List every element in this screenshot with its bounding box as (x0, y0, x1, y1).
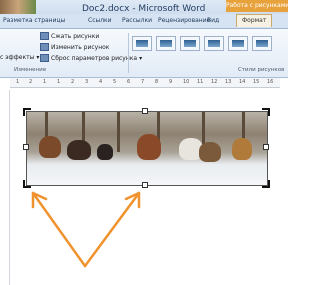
picture-styles-gallery (132, 36, 272, 51)
artistic-effects-button[interactable]: с эффекты ▾ (0, 54, 39, 61)
dropdown-arrow-icon: ▾ (139, 54, 143, 62)
change-picture-icon (40, 43, 49, 51)
compress-pictures-button[interactable]: Сжать рисунки (40, 32, 99, 40)
group-divider (128, 33, 129, 73)
horse (137, 134, 161, 160)
window-title: Doc2.docx - Microsoft Word (82, 4, 206, 14)
change-picture-button[interactable]: Изменить рисунок (40, 43, 109, 51)
horse (199, 142, 221, 162)
ruler-tick: 9 (169, 79, 173, 85)
horse (39, 136, 61, 158)
adjust-group-label: Изменение (14, 67, 47, 73)
resize-handle-bottom[interactable] (142, 182, 148, 188)
ruler-tick: 1 (57, 79, 61, 85)
resize-handle-top-left[interactable] (23, 108, 31, 116)
ruler-tick: 1 (16, 79, 20, 85)
compress-icon (40, 32, 49, 40)
picture-style-5[interactable] (228, 36, 248, 51)
horses-picture[interactable] (26, 111, 268, 186)
ruler-tick: 13 (225, 79, 232, 85)
ruler-tick: 10 (183, 79, 190, 85)
ruler-tick: 8 (155, 79, 159, 85)
ruler-tick: 5 (113, 79, 117, 85)
ruler-tick: 4 (99, 79, 103, 85)
ruler-tick: 1 (43, 79, 47, 85)
picture-style-2[interactable] (156, 36, 176, 51)
ruler-tick: 2 (71, 79, 75, 85)
resize-handle-bottom-left[interactable] (23, 180, 31, 188)
reset-picture-icon (40, 54, 49, 62)
picture-style-4[interactable] (204, 36, 224, 51)
picture-style-6[interactable] (252, 36, 272, 51)
ruler-tick: 11 (197, 79, 204, 85)
tab-view[interactable]: Вид (207, 17, 219, 24)
resize-handle-left[interactable] (23, 144, 29, 150)
horse (232, 138, 252, 160)
ruler-tick: 15 (253, 79, 260, 85)
horse (97, 144, 113, 160)
tree-trunk (117, 112, 120, 152)
picture-styles-group-label: Стили рисунков (238, 67, 285, 73)
picture-tools-context-tab[interactable]: Работа с рисунками (226, 0, 288, 12)
dropdown-arrow-icon: ▾ (36, 54, 40, 61)
resize-handle-top-right[interactable] (262, 108, 270, 116)
tab-review[interactable]: Рецензирование (158, 17, 210, 24)
tab-mailings[interactable]: Рассылки (122, 17, 152, 24)
reset-picture-button[interactable]: Сброс параметров рисунка ▾ (40, 54, 142, 62)
ruler-tick: 14 (239, 79, 246, 85)
picture-style-3[interactable] (180, 36, 200, 51)
ribbon: Сжать рисунки Изменить рисунок Сброс пар… (0, 29, 288, 78)
ruler-tick: 3 (85, 79, 89, 85)
tab-page-layout[interactable]: Разметка страницы (3, 17, 65, 24)
horizontal-ruler[interactable]: 1 2 1 1 2 3 4 5 6 7 8 9 10 11 12 13 14 1… (10, 78, 280, 88)
tab-references[interactable]: Ссылки (88, 17, 112, 24)
ruler-tick: 7 (141, 79, 145, 85)
ruler-tick: 2 (29, 79, 33, 85)
horse (67, 140, 91, 160)
image-thumbnail (0, 0, 36, 15)
resize-handle-bottom-right[interactable] (262, 180, 270, 188)
ribbon-tabs: Разметка страницы Ссылки Рассылки Реценз… (0, 14, 288, 29)
ruler-tick: 6 (127, 79, 131, 85)
ruler-tick: 16 (267, 79, 274, 85)
tab-format[interactable]: Формат (236, 14, 273, 27)
picture-style-1[interactable] (132, 36, 152, 51)
ruler-tick: 12 (211, 79, 218, 85)
resize-handle-top[interactable] (142, 108, 148, 114)
resize-handle-right[interactable] (263, 144, 269, 150)
